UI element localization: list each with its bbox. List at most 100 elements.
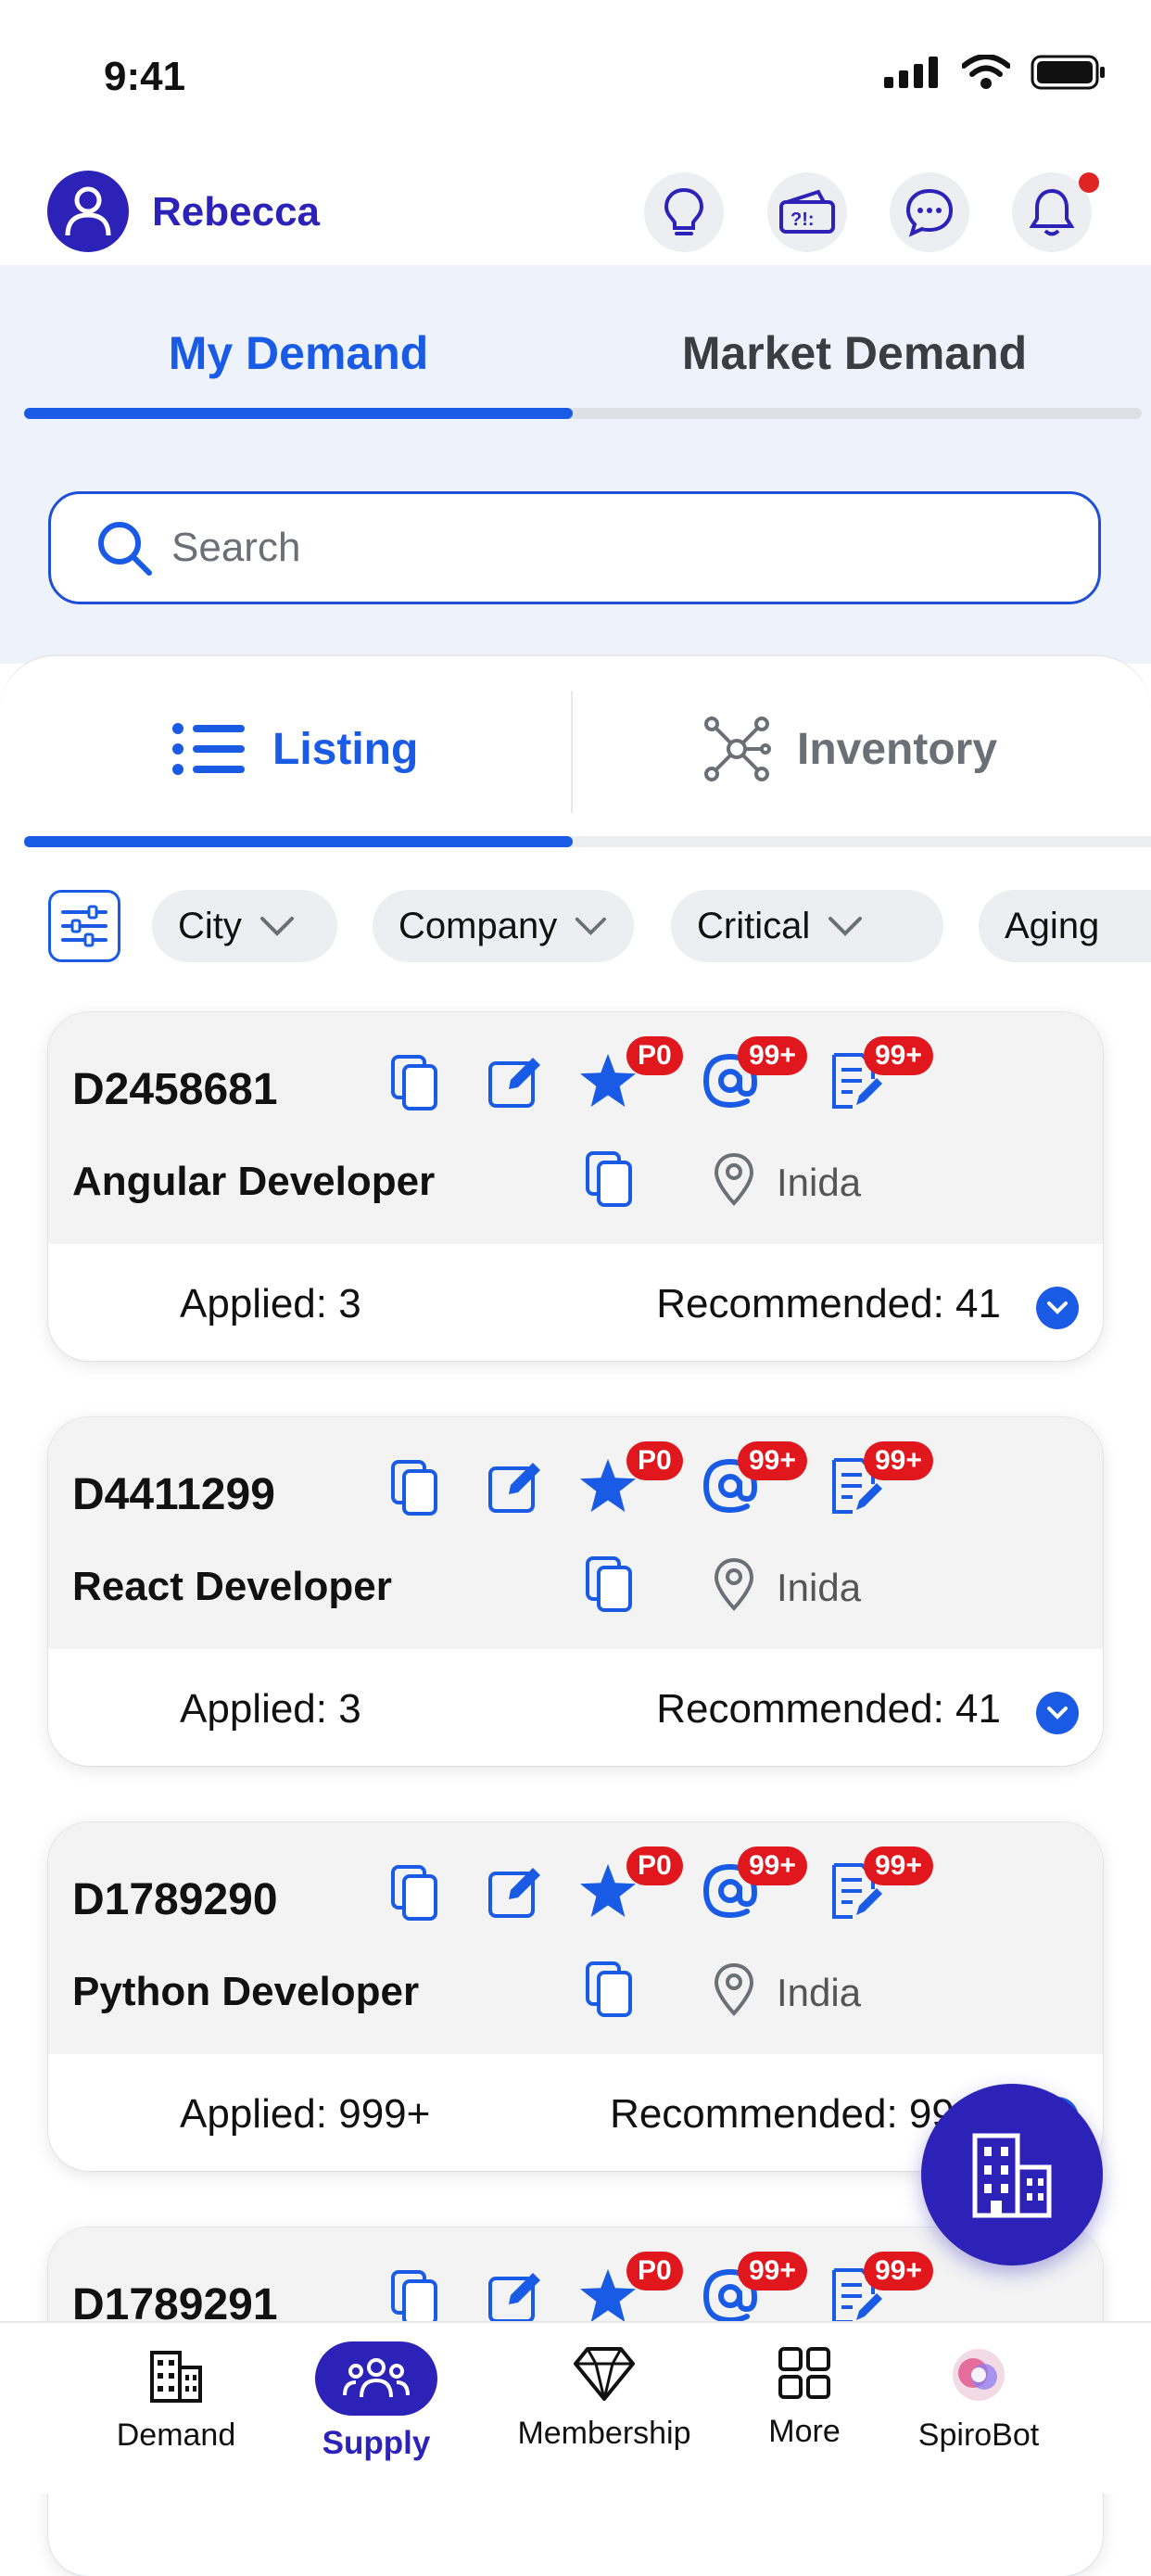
- notes-badge: 99+: [864, 2252, 933, 2290]
- expand-card-button[interactable]: [1036, 1692, 1079, 1734]
- edit-button[interactable]: [486, 1861, 545, 1921]
- copy-id-button[interactable]: [386, 2268, 445, 2328]
- filter-chip-company[interactable]: Company: [373, 890, 634, 962]
- notes-badge: 99+: [864, 1441, 933, 1480]
- search-icon: [98, 522, 152, 576]
- filter-chip-label: City: [178, 905, 242, 946]
- copy-icon: [391, 1055, 437, 1110]
- applied-count[interactable]: Applied: 999+: [180, 2091, 430, 2138]
- card-header: [48, 1822, 1103, 2054]
- applied-count[interactable]: Applied: 3: [180, 1281, 361, 1327]
- demand-card[interactable]: D4411299 P0 99+ 99+ React Developer Inida Appl…: [48, 1417, 1103, 1766]
- recommended-count[interactable]: Recommended: 41: [656, 1281, 1001, 1327]
- demand-id[interactable]: D4411299: [72, 1469, 275, 1520]
- demand-card[interactable]: D2458681 P0 99+ 99+ Angular Developer Inida Ap…: [48, 1012, 1103, 1361]
- user-name[interactable]: Rebecca: [152, 189, 320, 235]
- location-pin-icon-wrap: [704, 1554, 764, 1614]
- notification-dot: [1079, 172, 1099, 193]
- job-role: Python Developer: [72, 1969, 420, 2014]
- nav-active-pill: [315, 2341, 437, 2416]
- bell-icon: [1030, 188, 1074, 236]
- notes-badge: 99+: [864, 1846, 933, 1885]
- grid-icon: [778, 2347, 830, 2399]
- tab-inventory[interactable]: Inventory: [702, 717, 997, 781]
- signal-icon: [884, 57, 938, 88]
- copy-icon: [391, 1865, 437, 1921]
- location-pin-icon: [714, 1152, 754, 1206]
- copy-icon: [391, 1460, 437, 1516]
- tab-active-indicator: [24, 408, 573, 419]
- mentions-badge: 99+: [738, 2252, 807, 2290]
- filter-chip-label: Aging: [1005, 905, 1100, 946]
- nav-label: Membership: [517, 2416, 691, 2451]
- copy-icon: [586, 1556, 632, 1612]
- lightbulb-icon: [664, 187, 704, 235]
- edit-icon: [488, 1463, 540, 1513]
- expand-card-button[interactable]: [1036, 1287, 1079, 1329]
- avatar[interactable]: [47, 171, 129, 252]
- building-icon: [150, 2351, 202, 2403]
- priority-badge: P0: [626, 2252, 683, 2290]
- network-icon: [704, 717, 771, 781]
- tab-listing-label: Listing: [272, 724, 419, 774]
- nav-demand[interactable]: Demand: [83, 2345, 269, 2454]
- copy-id-button[interactable]: [386, 1863, 445, 1922]
- applied-count[interactable]: Applied: 3: [180, 1686, 361, 1732]
- filter-settings-button[interactable]: [48, 890, 120, 962]
- mentions-badge: 99+: [738, 1441, 807, 1480]
- chat-button[interactable]: [890, 172, 969, 252]
- edit-button[interactable]: [486, 1456, 545, 1516]
- user-icon: [65, 186, 111, 236]
- nav-label: Demand: [116, 2417, 236, 2453]
- copy-role-button[interactable]: [580, 1554, 639, 1614]
- demand-id[interactable]: D1789290: [72, 1874, 278, 1925]
- status-icons: [884, 54, 1107, 91]
- mentions-badge: 99+: [738, 1036, 807, 1075]
- job-location: India: [777, 1971, 862, 2014]
- copy-id-button[interactable]: [386, 1053, 445, 1112]
- chevron-down-icon: [1047, 1301, 1068, 1314]
- ideas-button[interactable]: [644, 172, 724, 252]
- search-input[interactable]: Search: [48, 491, 1101, 604]
- copy-id-button[interactable]: [386, 1458, 445, 1517]
- filter-chip-aging[interactable]: Aging: [979, 890, 1151, 962]
- location-pin-icon-wrap: [704, 1960, 764, 2019]
- filter-chip-city[interactable]: City: [152, 890, 337, 962]
- edit-icon: [488, 1058, 540, 1108]
- faq-button[interactable]: ?!:: [767, 172, 847, 252]
- battery-icon: [1031, 55, 1105, 90]
- edit-button[interactable]: [486, 1051, 545, 1110]
- nav-membership[interactable]: Membership: [512, 2345, 697, 2452]
- nav-more[interactable]: More: [712, 2345, 897, 2450]
- building-icon: [972, 2133, 1052, 2218]
- job-role: React Developer: [72, 1564, 392, 1609]
- tab-my-demand[interactable]: My Demand: [24, 326, 573, 380]
- demand-id[interactable]: D2458681: [72, 1064, 278, 1115]
- filter-chip-label: Critical: [697, 905, 811, 946]
- chevron-down-icon: [576, 917, 607, 935]
- location-pin-icon-wrap: [704, 1149, 764, 1209]
- copy-role-button[interactable]: [580, 1149, 639, 1209]
- filter-chip-critical[interactable]: Critical: [671, 890, 943, 962]
- nav-supply[interactable]: Supply: [284, 2341, 469, 2462]
- tab-market-demand[interactable]: Market Demand: [580, 326, 1129, 380]
- diamond-icon: [574, 2347, 635, 2401]
- view-tab-active-indicator: [24, 836, 573, 847]
- job-location: Inida: [777, 1161, 862, 1204]
- company-fab-button[interactable]: [921, 2084, 1103, 2265]
- faq-ticket-icon: ?!:: [779, 189, 835, 234]
- edit-icon: [488, 1868, 540, 1918]
- nav-spirobot[interactable]: SpiroBot: [886, 2345, 1071, 2454]
- recommended-count[interactable]: Recommended: 41: [656, 1686, 1001, 1732]
- edit-button[interactable]: [486, 2266, 545, 2326]
- copy-role-button[interactable]: [580, 1960, 639, 2019]
- view-tab-divider: [571, 691, 573, 813]
- copy-icon: [586, 1961, 632, 2017]
- search-placeholder: Search: [171, 525, 301, 570]
- chevron-down-icon: [1047, 1707, 1068, 1719]
- job-location: Inida: [777, 1566, 862, 1609]
- copy-icon: [586, 1151, 632, 1207]
- nav-label: Supply: [322, 2425, 431, 2461]
- people-icon: [343, 2358, 410, 2398]
- tab-listing[interactable]: Listing: [172, 721, 418, 777]
